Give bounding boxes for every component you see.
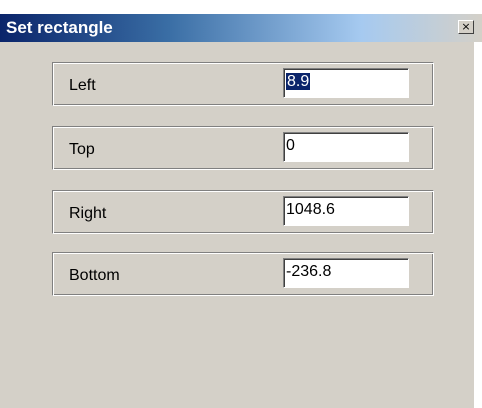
right-input[interactable]: 1048.6 [283,196,409,226]
close-icon: × [461,20,471,33]
field-row-bottom: Bottom -236.8 [52,252,434,296]
field-row-left: Left 8.9 [52,62,434,106]
right-input-value: 1048.6 [286,201,335,218]
right-label: Right [69,205,107,222]
left-input-value: 8.9 [286,73,311,90]
field-row-top: Top 0 [52,126,434,170]
top-input[interactable]: 0 [283,132,409,162]
background-strip-right [474,42,482,408]
top-input-value: 0 [286,137,295,154]
top-label: Top [69,141,95,158]
dialog-title: Set rectangle [6,18,113,37]
close-button[interactable]: × [458,20,474,34]
bottom-label: Bottom [69,267,120,284]
left-label: Left [69,77,96,94]
title-bar[interactable]: Set rectangle × [0,14,482,42]
field-row-right: Right 1048.6 [52,190,434,234]
left-input[interactable]: 8.9 [283,68,409,98]
bottom-input[interactable]: -236.8 [283,258,409,288]
bottom-input-value: -236.8 [286,263,332,280]
background-strip [0,0,482,14]
